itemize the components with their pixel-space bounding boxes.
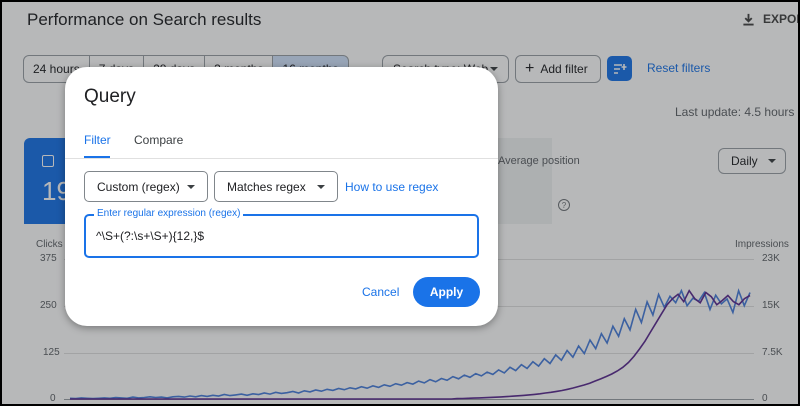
regex-help-link[interactable]: How to use regex	[345, 180, 438, 194]
query-filter-dialog: Query Filter Compare Custom (regex) Matc…	[65, 67, 498, 326]
tab-compare[interactable]: Compare	[134, 133, 183, 147]
cancel-button[interactable]: Cancel	[362, 285, 399, 299]
match-type-dropdown[interactable]: Matches regex	[214, 171, 338, 202]
tab-divider	[65, 158, 498, 159]
filter-type-dropdown[interactable]: Custom (regex)	[84, 171, 208, 202]
tab-filter[interactable]: Filter	[84, 133, 111, 147]
caret-down-icon	[317, 184, 325, 189]
apply-button[interactable]: Apply	[413, 277, 480, 307]
filter-type-label: Custom (regex)	[97, 179, 180, 194]
regex-field-label: Enter regular expression (regex)	[94, 208, 244, 219]
regex-input[interactable]	[96, 229, 466, 243]
match-type-label: Matches regex	[227, 179, 306, 194]
dialog-title: Query	[84, 86, 136, 107]
app-frame: Performance on Search results EXPORT 24 …	[0, 0, 800, 406]
caret-down-icon	[187, 184, 195, 189]
regex-field: Enter regular expression (regex)	[84, 208, 479, 258]
